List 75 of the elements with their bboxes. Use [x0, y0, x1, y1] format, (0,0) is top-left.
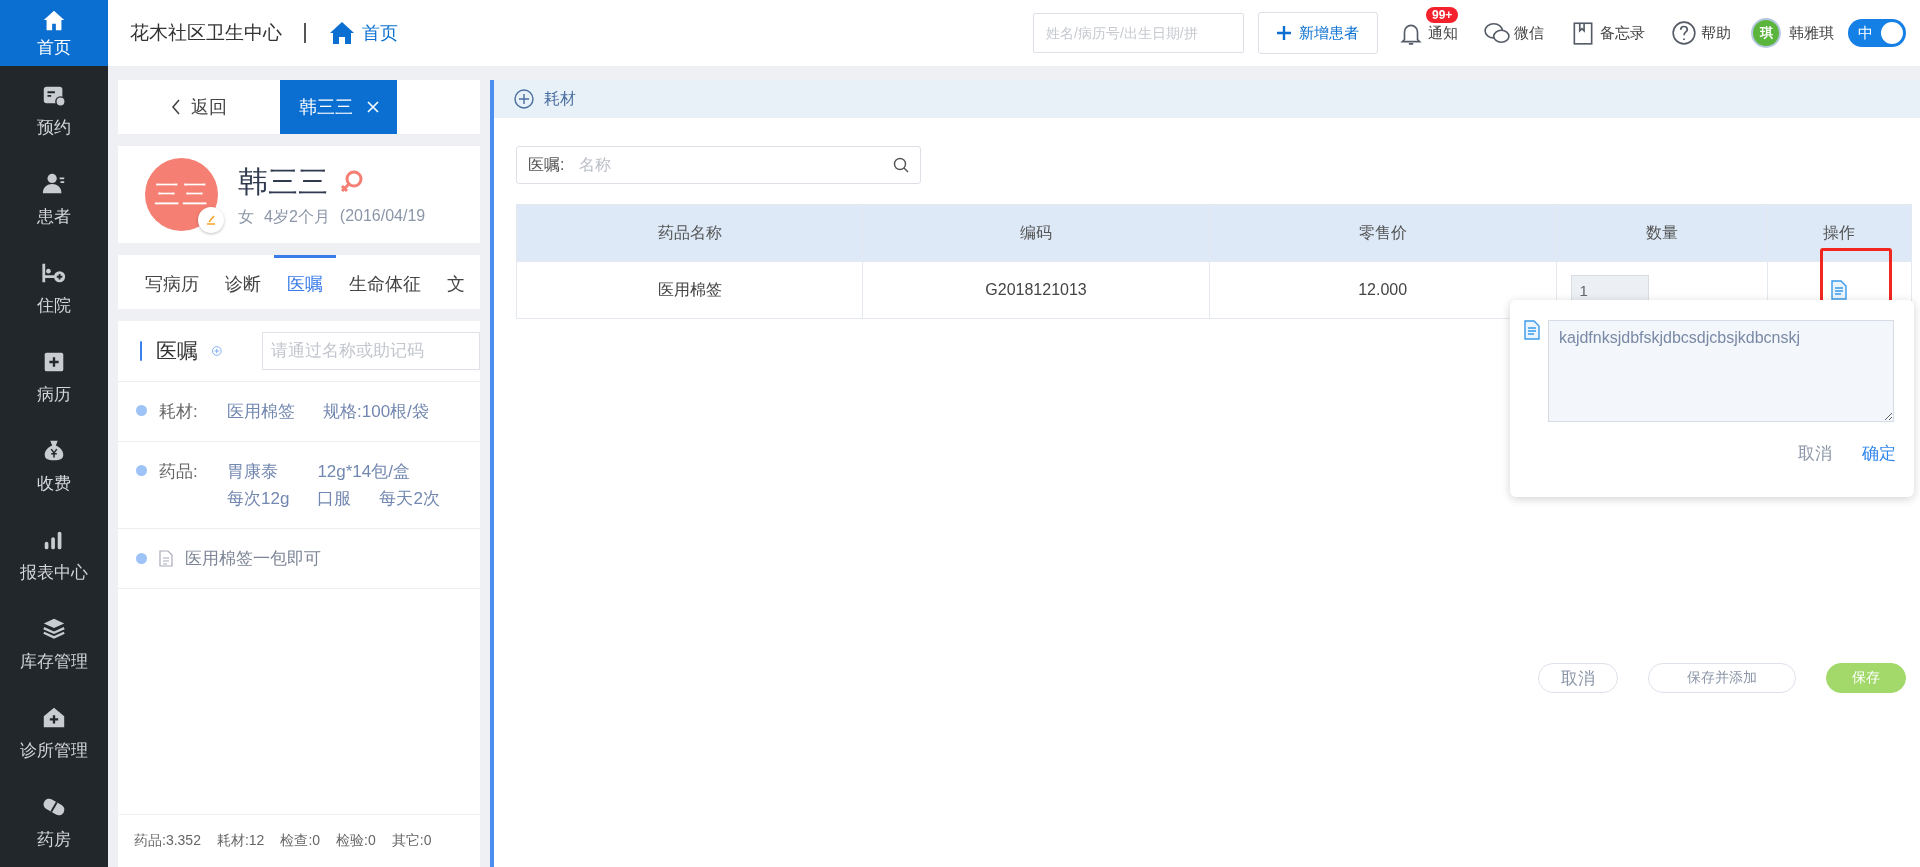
close-icon[interactable]: [366, 101, 379, 113]
sidebar-item[interactable]: 药房: [0, 778, 108, 867]
add-patient-button[interactable]: 新增患者: [1258, 12, 1378, 54]
toolbar-link[interactable]: 通知: [1392, 20, 1464, 46]
order-spec: 规格:100根/袋: [323, 401, 429, 423]
bullet-dot: [136, 465, 147, 476]
column-header: 数量: [1556, 204, 1768, 262]
notification-badge: 99+: [1426, 7, 1459, 23]
sidebar-item[interactable]: 首页: [0, 0, 108, 66]
sidebar-item[interactable]: 患者: [0, 155, 108, 244]
column-header: 零售价: [1209, 204, 1556, 262]
bullet-dot: [136, 405, 147, 416]
back-button[interactable]: 返回: [118, 80, 280, 134]
patient-tab[interactable]: 韩三三: [280, 80, 397, 134]
total-label: 检查:0: [280, 832, 321, 850]
total-label: 其它:0: [391, 832, 432, 850]
order-name: 胃康泰: [227, 461, 279, 483]
toolbar-link[interactable]: 帮助: [1665, 20, 1737, 46]
search-icon[interactable]: [893, 157, 909, 173]
column-header: 编码: [862, 204, 1210, 262]
search-label: 医嘱:: [528, 155, 565, 175]
order-dose: 每次12g: [227, 488, 290, 510]
patient-birth-date: (2016/04/19: [339, 206, 426, 226]
record-tab[interactable]: 医嘱: [274, 255, 336, 309]
user-name[interactable]: 韩雅琪: [1789, 23, 1834, 43]
sidebar-item[interactable]: 病历: [0, 333, 108, 422]
note-icon[interactable]: [1524, 320, 1540, 340]
order-category: 耗材:: [159, 401, 199, 423]
chat-bubbles-icon: [1484, 20, 1510, 46]
patient-age: 4岁2个月: [264, 206, 330, 227]
drawer-title: 耗材: [544, 88, 576, 109]
record-tab[interactable]: 文: [434, 255, 478, 309]
table-cell: 医用棉签: [516, 261, 863, 319]
female-icon: [338, 169, 364, 195]
order-route: 口服: [317, 488, 352, 510]
toolbar-link[interactable]: 微信: [1478, 20, 1550, 46]
order-name: 医用棉签: [227, 401, 295, 423]
toolbar-link[interactable]: 备忘录: [1564, 20, 1651, 46]
patient-gender: 女: [238, 206, 254, 227]
order-search-field[interactable]: 请通过名称或助记码: [262, 332, 480, 370]
sidebar-item[interactable]: 库存管理: [0, 600, 108, 689]
bullet-dot: [136, 553, 147, 564]
total-label: 药品:3.352: [134, 832, 201, 850]
sidebar-item[interactable]: 住院: [0, 244, 108, 333]
add-icon[interactable]: [514, 89, 534, 109]
order-category: 药品:: [159, 461, 199, 483]
record-tab[interactable]: 生命体征: [336, 255, 434, 309]
sidebar-item[interactable]: 预约: [0, 66, 108, 155]
sidebar-item[interactable]: 诊所管理: [0, 689, 108, 778]
note-icon[interactable]: [1831, 280, 1848, 300]
record-tab[interactable]: 诊断: [212, 255, 274, 309]
order-note: 医用棉签一包即可: [185, 548, 321, 570]
edit-icon[interactable]: [198, 207, 224, 233]
document-icon: [159, 550, 173, 567]
orders-title: 医嘱: [156, 338, 199, 364]
total-label: 检验:0: [336, 832, 376, 850]
chevron-left-icon: [171, 99, 181, 115]
order-frequency: 每天2次: [379, 488, 440, 510]
order-spec: 12g*14包/盒: [317, 461, 411, 483]
help-icon: [1671, 20, 1697, 46]
plus-icon: [1277, 26, 1291, 40]
total-label: 耗材:12: [216, 832, 265, 850]
confirm-link[interactable]: 确定: [1862, 442, 1896, 465]
sidebar-item[interactable]: 收费: [0, 422, 108, 511]
clinic-name: 花木社区卫生中心: [130, 21, 282, 45]
language-toggle[interactable]: 中: [1848, 19, 1906, 47]
column-header: 操作: [1767, 204, 1912, 262]
table-cell: G2018121013: [862, 261, 1210, 319]
patient-name: 韩三三: [238, 163, 328, 200]
home-breadcrumb[interactable]: 首页: [328, 19, 398, 47]
home-icon: [328, 19, 356, 47]
column-header: 药品名称: [516, 204, 863, 262]
record-tab[interactable]: 写病历: [132, 255, 212, 309]
patient-search-field[interactable]: 姓名/病历号/出生日期/拼: [1033, 13, 1244, 53]
sidebar-item[interactable]: 报表中心: [0, 511, 108, 600]
